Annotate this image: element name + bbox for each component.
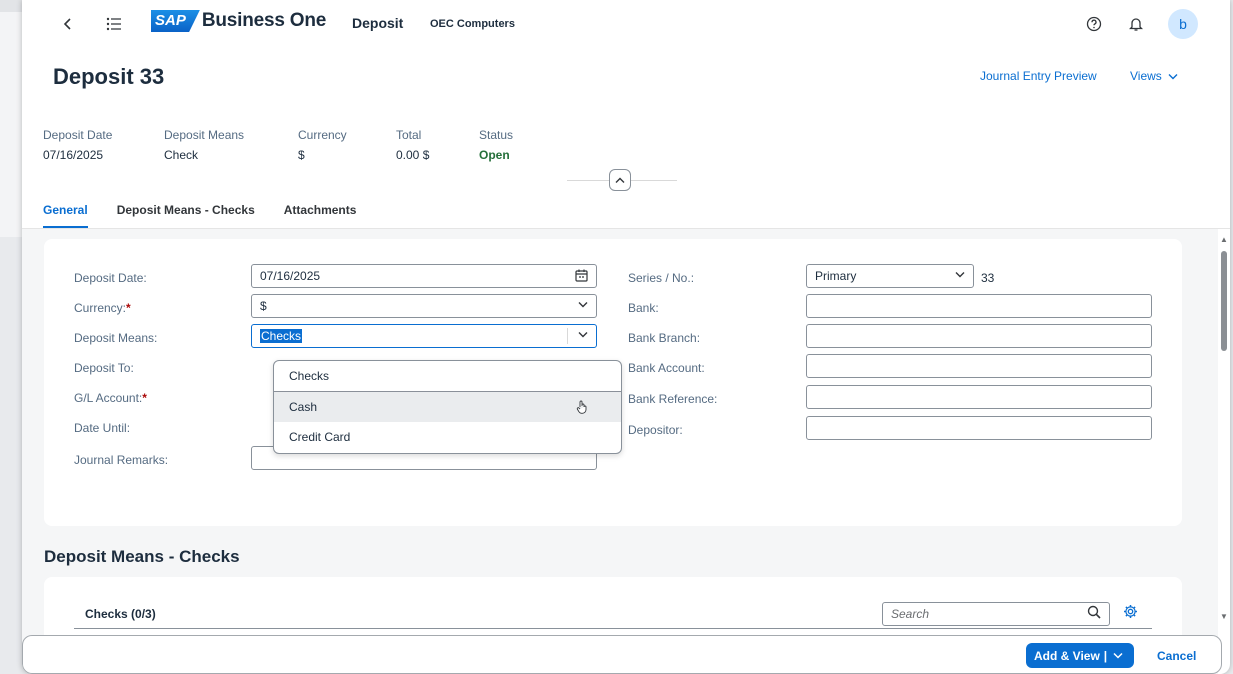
dropdown-option-credit-card[interactable]: Credit Card: [274, 422, 621, 452]
content-area: Deposit Date: Currency:* Deposit Means: …: [22, 229, 1218, 674]
tab-attachments[interactable]: Attachments: [284, 203, 357, 229]
deposit-means-label: Deposit Means:: [74, 331, 158, 345]
status-badge: Open: [479, 148, 510, 162]
kpi-total: Total 0.00 $: [396, 128, 429, 162]
bank-account-label: Bank Account:: [628, 361, 705, 375]
kpi-label: Total: [396, 128, 422, 142]
gl-account-label: G/L Account:*: [74, 391, 147, 405]
depositor-input[interactable]: [806, 416, 1152, 440]
required-marker: *: [142, 391, 147, 405]
currency-label-text: Currency:: [74, 301, 127, 315]
footer-toolbar: Add & View | Cancel: [22, 635, 1222, 674]
kpi-label: Currency: [298, 128, 347, 142]
views-label: Views: [1130, 69, 1162, 83]
currency-value: $: [260, 299, 267, 313]
table-settings-gear-icon[interactable]: [1123, 604, 1138, 623]
checks-table-title: Checks (0/3): [85, 607, 156, 621]
deposit-date-label: Deposit Date:: [74, 271, 147, 285]
tab-general[interactable]: General: [43, 203, 88, 229]
bank-reference-label: Bank Reference:: [628, 392, 718, 406]
chevron-down-icon[interactable]: [1113, 652, 1123, 659]
deposit-date-value: 07/16/2025: [260, 269, 321, 283]
collapse-header-button[interactable]: [609, 169, 631, 191]
kpi-value: 07/16/2025: [43, 148, 104, 162]
back-icon[interactable]: [58, 14, 78, 34]
bank-label: Bank:: [628, 301, 659, 315]
deposit-means-select[interactable]: Checks: [251, 324, 597, 348]
series-label: Series / No.:: [628, 271, 695, 285]
scrollbar-thumb[interactable]: [1221, 251, 1227, 351]
hand-pointer-icon: [576, 400, 588, 417]
product-name: Business One: [201, 10, 327, 31]
company-name: OEC Computers: [430, 18, 515, 30]
bank-branch-label: Bank Branch:: [628, 331, 701, 345]
kpi-label: Deposit Means: [164, 128, 245, 142]
app-title: Deposit: [352, 15, 404, 31]
calendar-icon[interactable]: [575, 269, 588, 285]
add-and-view-button[interactable]: Add & View |: [1026, 643, 1134, 668]
menu-list-icon[interactable]: [104, 14, 124, 34]
search-icon[interactable]: [1087, 605, 1101, 622]
select-divider: [567, 328, 568, 344]
kpi-status: Status Open: [479, 128, 513, 162]
deposit-means-dropdown: Checks Cash Credit Card: [273, 360, 622, 454]
chevron-down-icon: [1168, 74, 1178, 80]
views-menu[interactable]: Views: [1130, 69, 1178, 83]
chevron-down-icon: [578, 299, 588, 311]
search-placeholder: Search: [891, 607, 930, 621]
add-and-view-label: Add & View: [1034, 648, 1100, 663]
bank-input[interactable]: [806, 294, 1152, 318]
sap-logo[interactable]: SAP Business One: [151, 10, 326, 32]
series-value: Primary: [815, 269, 857, 283]
table-header-divider: [74, 628, 1152, 629]
general-form-card: Deposit Date: Currency:* Deposit Means: …: [44, 239, 1182, 526]
series-number: 33: [981, 271, 995, 285]
journal-entry-preview-link[interactable]: Journal Entry Preview: [980, 69, 1097, 83]
series-select[interactable]: Primary: [806, 264, 974, 288]
scroll-down-arrow-icon[interactable]: ▼: [1220, 612, 1228, 621]
currency-label: Currency:*: [74, 301, 131, 315]
search-input[interactable]: Search: [882, 602, 1110, 626]
shell-bar: SAP Business One Deposit OEC Computers b: [22, 0, 1230, 48]
app-window: SAP Business One Deposit OEC Computers b…: [22, 0, 1230, 674]
gl-account-label-text: G/L Account:: [74, 391, 143, 405]
help-icon[interactable]: [1084, 14, 1104, 34]
kpi-deposit-date: Deposit Date 07/16/2025: [43, 128, 112, 162]
tab-deposit-means-checks[interactable]: Deposit Means - Checks: [117, 203, 255, 229]
bank-account-input[interactable]: [806, 354, 1152, 378]
deposit-date-field[interactable]: 07/16/2025: [251, 264, 597, 288]
dropdown-option-cash-label: Cash: [289, 400, 318, 414]
kpi-deposit-means: Deposit Means Check: [164, 128, 244, 162]
depositor-label: Depositor:: [628, 423, 683, 437]
scroll-up-arrow-icon[interactable]: ▲: [1220, 235, 1228, 244]
kpi-label: Deposit Date: [43, 128, 113, 142]
kpi-currency: Currency $: [298, 128, 347, 162]
bank-branch-input[interactable]: [806, 324, 1152, 348]
notifications-bell-icon[interactable]: [1126, 14, 1146, 34]
split-divider: |: [1103, 648, 1108, 663]
user-avatar[interactable]: b: [1168, 9, 1198, 39]
date-until-label: Date Until:: [74, 421, 131, 435]
chevron-up-icon: [615, 177, 625, 183]
sap-logo-mark: SAP: [151, 10, 200, 32]
vertical-scrollbar[interactable]: ▲ ▼: [1218, 229, 1230, 629]
checks-section-title: Deposit Means - Checks: [44, 547, 240, 566]
page-title: Deposit 33: [53, 64, 165, 89]
bank-reference-input[interactable]: [806, 385, 1152, 409]
kpi-value: $: [298, 148, 305, 162]
kpi-value: Check: [164, 148, 199, 162]
kpi-value: 0.00 $: [396, 148, 430, 162]
dropdown-option-cash[interactable]: Cash: [274, 392, 621, 422]
chevron-down-icon[interactable]: [578, 329, 588, 341]
currency-select[interactable]: $: [251, 294, 597, 318]
cancel-button[interactable]: Cancel: [1157, 649, 1196, 663]
kpi-label: Status: [479, 128, 514, 142]
tab-bar: General Deposit Means - Checks Attachmen…: [43, 203, 385, 229]
chevron-down-icon: [955, 269, 965, 281]
journal-remarks-label: Journal Remarks:: [74, 453, 169, 467]
required-marker: *: [126, 301, 131, 315]
deposit-to-label: Deposit To:: [74, 361, 134, 375]
dropdown-option-checks[interactable]: Checks: [274, 361, 621, 391]
deposit-means-value: Checks: [260, 329, 303, 343]
